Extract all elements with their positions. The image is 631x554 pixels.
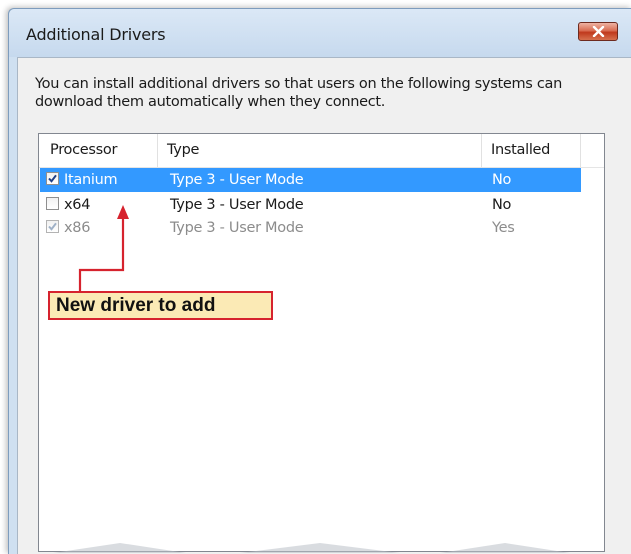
close-x-icon: [592, 26, 605, 37]
list-item[interactable]: x64 Type 3 - User Mode No: [40, 193, 581, 217]
cell-type: Type 3 - User Mode: [170, 172, 304, 188]
cell-installed: Yes: [492, 220, 515, 236]
cell-processor: x86: [64, 220, 91, 236]
list-item[interactable]: Itanium Type 3 - User Mode No: [40, 168, 581, 192]
list-item[interactable]: x86 Type 3 - User Mode Yes: [40, 216, 581, 240]
cell-installed: No: [492, 197, 512, 213]
cell-processor: x64: [64, 197, 91, 213]
column-divider[interactable]: [157, 134, 158, 167]
callout-label: New driver to add: [48, 291, 273, 320]
checkmark-icon: [48, 222, 57, 231]
column-header-processor[interactable]: Processor: [50, 134, 117, 167]
cell-processor: Itanium: [64, 172, 118, 188]
decorative-footer-arrows: [53, 543, 570, 553]
cell-type: Type 3 - User Mode: [170, 197, 304, 213]
column-header-installed[interactable]: Installed: [491, 134, 550, 167]
cell-type: Type 3 - User Mode: [170, 220, 304, 236]
checkmark-icon: [48, 174, 57, 183]
close-button[interactable]: [578, 22, 618, 41]
list-header: Processor Type Installed: [39, 134, 604, 168]
column-divider[interactable]: [481, 134, 482, 167]
cell-installed: No: [492, 172, 512, 188]
column-header-type[interactable]: Type: [167, 134, 199, 167]
driver-checkbox[interactable]: [46, 197, 59, 210]
driver-checkbox[interactable]: [46, 220, 59, 233]
driver-checkbox[interactable]: [46, 172, 59, 185]
column-divider[interactable]: [580, 134, 581, 167]
window-title: Additional Drivers: [26, 25, 166, 44]
title-bar[interactable]: Additional Drivers: [9, 9, 631, 57]
drivers-list[interactable]: Processor Type Installed Itanium Type 3 -…: [38, 133, 605, 552]
dialog-window: Additional Drivers You can install addit…: [8, 8, 631, 554]
description-text: You can install additional drivers so th…: [35, 76, 562, 110]
